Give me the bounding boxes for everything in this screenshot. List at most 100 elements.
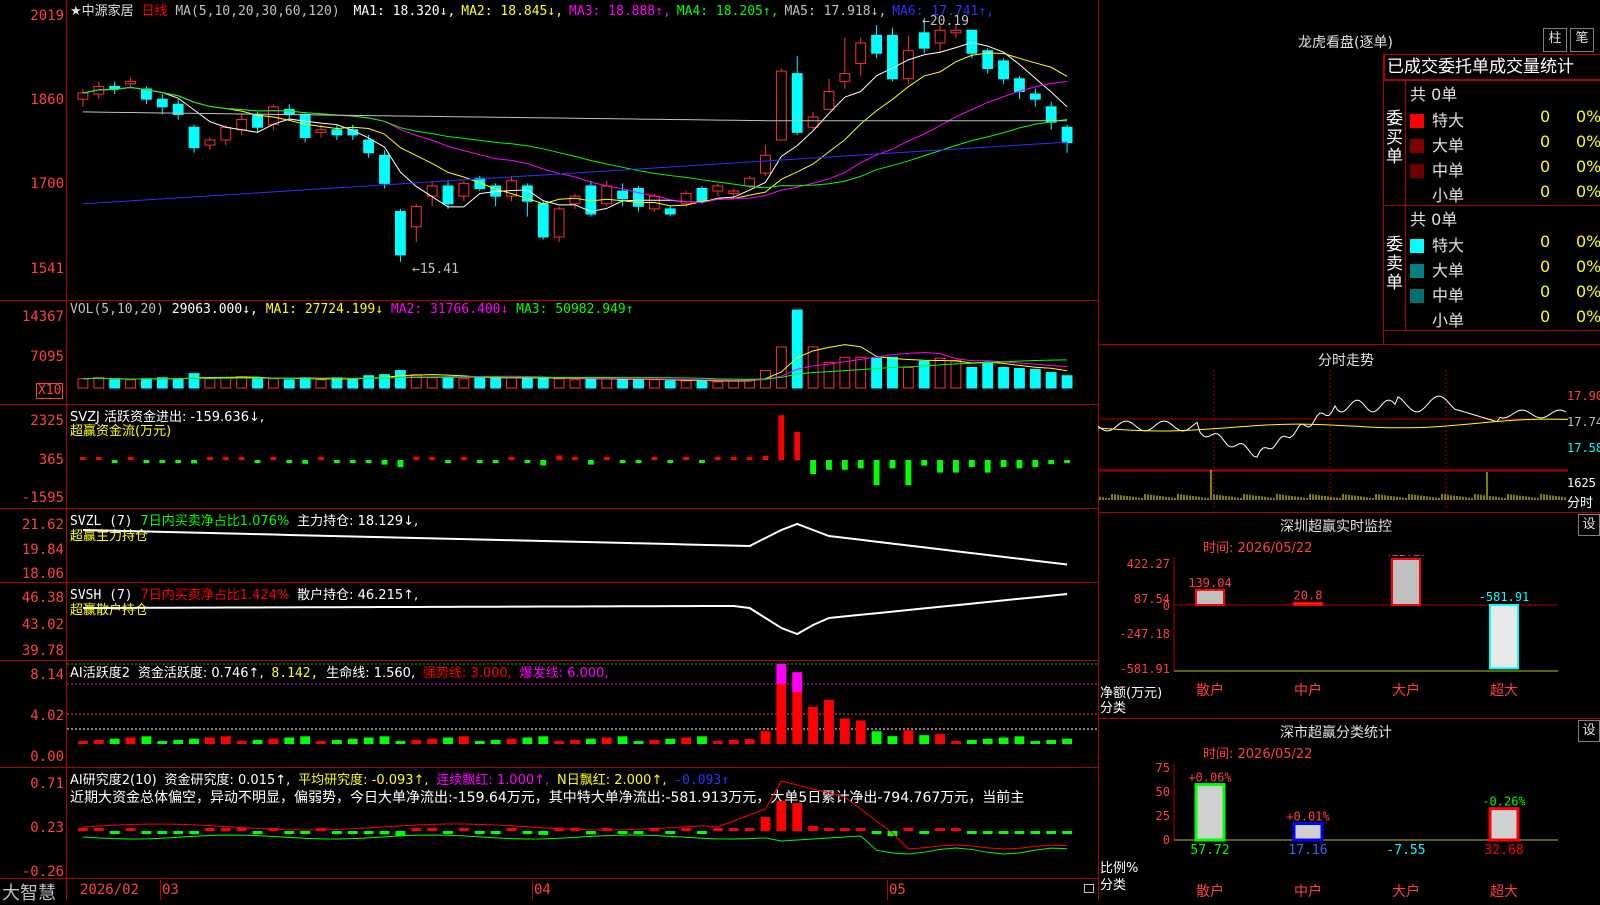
category-label: 超大 xyxy=(1490,884,1518,900)
fund-flow-bar xyxy=(286,460,293,463)
lock-icon[interactable] xyxy=(1084,884,1094,893)
activity-bar xyxy=(697,736,707,744)
volume-bar xyxy=(712,381,724,389)
panel-divider xyxy=(0,878,1098,879)
stats-axis-label: 25 xyxy=(1156,809,1170,823)
ma-line xyxy=(82,111,1068,122)
ratio-bar xyxy=(1194,783,1226,842)
activity-bar xyxy=(935,734,945,744)
intraday-chart[interactable] xyxy=(1098,370,1568,510)
monitor-axis-label: 422.27 xyxy=(1127,557,1170,571)
candlestick-chart[interactable] xyxy=(67,0,1098,300)
category-label: 散户 xyxy=(1196,682,1224,699)
candle-body xyxy=(998,60,1009,80)
candle-body xyxy=(220,126,232,141)
fund-flow-bar xyxy=(1064,460,1070,463)
activity-bar xyxy=(205,737,215,744)
fund-flow-bar xyxy=(635,460,642,463)
volume-bar xyxy=(426,377,438,389)
fund-flow-bar xyxy=(984,460,991,473)
realtime-net-flow-chart: 422.2787.540-247.18-581.91139.04散户20.8中户… xyxy=(1119,555,1558,699)
research-bar xyxy=(776,801,787,831)
candle-body xyxy=(966,29,978,54)
intraday-price-label: 17.58 xyxy=(1567,441,1600,455)
svsh-axis-label: 43.02 xyxy=(21,617,64,633)
net-flow-bar xyxy=(1195,588,1225,606)
fund-flow-bar xyxy=(159,460,166,463)
order-percent: 0% xyxy=(1576,182,1600,201)
ratio-change-label: -0.26% xyxy=(1482,795,1526,809)
volume-bar xyxy=(252,378,263,389)
tick-mode-button[interactable]: 笔 xyxy=(1570,28,1594,52)
fund-flow-bar xyxy=(318,457,324,460)
candle-body xyxy=(871,34,883,54)
research-bar xyxy=(1030,831,1041,834)
research-bar xyxy=(363,831,374,834)
fund-flow-bar xyxy=(667,460,674,463)
candle-body xyxy=(410,205,422,228)
order-color-swatch xyxy=(1410,139,1424,153)
research-bar xyxy=(982,831,993,834)
fund-flow-bar xyxy=(111,460,118,463)
vol-axis-label: 7095 xyxy=(30,349,64,365)
activity-bar xyxy=(189,738,199,744)
activity-bar xyxy=(1046,739,1057,744)
order-color-swatch xyxy=(1410,289,1424,303)
activity-bar xyxy=(982,738,993,744)
stats-settings-button[interactable]: 设 xyxy=(1578,720,1600,742)
fund-flow-bar xyxy=(683,457,690,460)
order-percent: 0% xyxy=(1576,232,1600,251)
research-bar xyxy=(712,828,723,831)
activity-bar xyxy=(554,741,565,744)
tab-order-volume-stats[interactable]: 已成交委托单成交量统计 xyxy=(1384,54,1600,80)
activity-bar xyxy=(268,738,279,744)
svzl-axis-label: 18.06 xyxy=(21,566,64,582)
net-flow-bar xyxy=(1391,558,1421,606)
retail-holding-line xyxy=(82,593,1068,636)
svzl-axis-label: 19.84 xyxy=(21,542,64,558)
category-label: 中户 xyxy=(1294,883,1322,900)
category-label: 超大 xyxy=(1490,683,1518,699)
candle-body xyxy=(664,208,676,215)
candle-body xyxy=(855,42,867,64)
activity-bar xyxy=(728,739,739,744)
fund-flow-bar xyxy=(460,457,467,460)
fund-flow-bar xyxy=(572,457,578,460)
order-type-label: 小单 xyxy=(1432,186,1465,205)
ai2-axis-label: 0.71 xyxy=(30,776,64,792)
research-bar xyxy=(220,828,231,831)
category-label: 大户 xyxy=(1392,883,1420,900)
research-bar xyxy=(300,831,311,834)
fund-flow-bar xyxy=(826,460,832,470)
intraday-volume-label: 1625 xyxy=(1567,476,1596,490)
activity-bar xyxy=(919,735,930,744)
volume-bar xyxy=(569,379,581,389)
date-axis-label: 05 xyxy=(889,882,906,898)
lhb-title: 龙虎看盘(逐单) xyxy=(1298,35,1393,51)
stats-axis-label: 0 xyxy=(1163,833,1170,847)
bar-mode-button[interactable]: 柱 xyxy=(1543,28,1567,52)
research-bar xyxy=(617,831,628,834)
research-bar xyxy=(1014,831,1025,834)
ai2-axis-label: 0.23 xyxy=(30,820,64,836)
activity-bar xyxy=(681,737,692,744)
activity-bar xyxy=(331,739,342,744)
fund-flow-bar xyxy=(1000,460,1007,467)
volume-bar xyxy=(283,379,295,389)
volume-bar xyxy=(474,376,486,389)
volume-bar xyxy=(680,380,692,389)
sell-total: 共 0单 xyxy=(1410,210,1458,229)
candle-body xyxy=(633,187,644,207)
research-bar xyxy=(538,831,549,835)
date-tick xyxy=(532,880,533,900)
activity-bar xyxy=(871,731,882,744)
order-color-swatch xyxy=(1410,164,1424,178)
volume-bar xyxy=(1061,375,1073,389)
fund-flow-bar xyxy=(381,460,388,465)
research-bar xyxy=(347,831,358,834)
svzj-axis-label: -1595 xyxy=(21,490,64,506)
svzj-axis-label: 365 xyxy=(38,452,64,468)
volume-bar xyxy=(188,373,200,389)
monitor-settings-button[interactable]: 设 xyxy=(1578,514,1600,536)
fund-flow-bar xyxy=(778,415,785,460)
